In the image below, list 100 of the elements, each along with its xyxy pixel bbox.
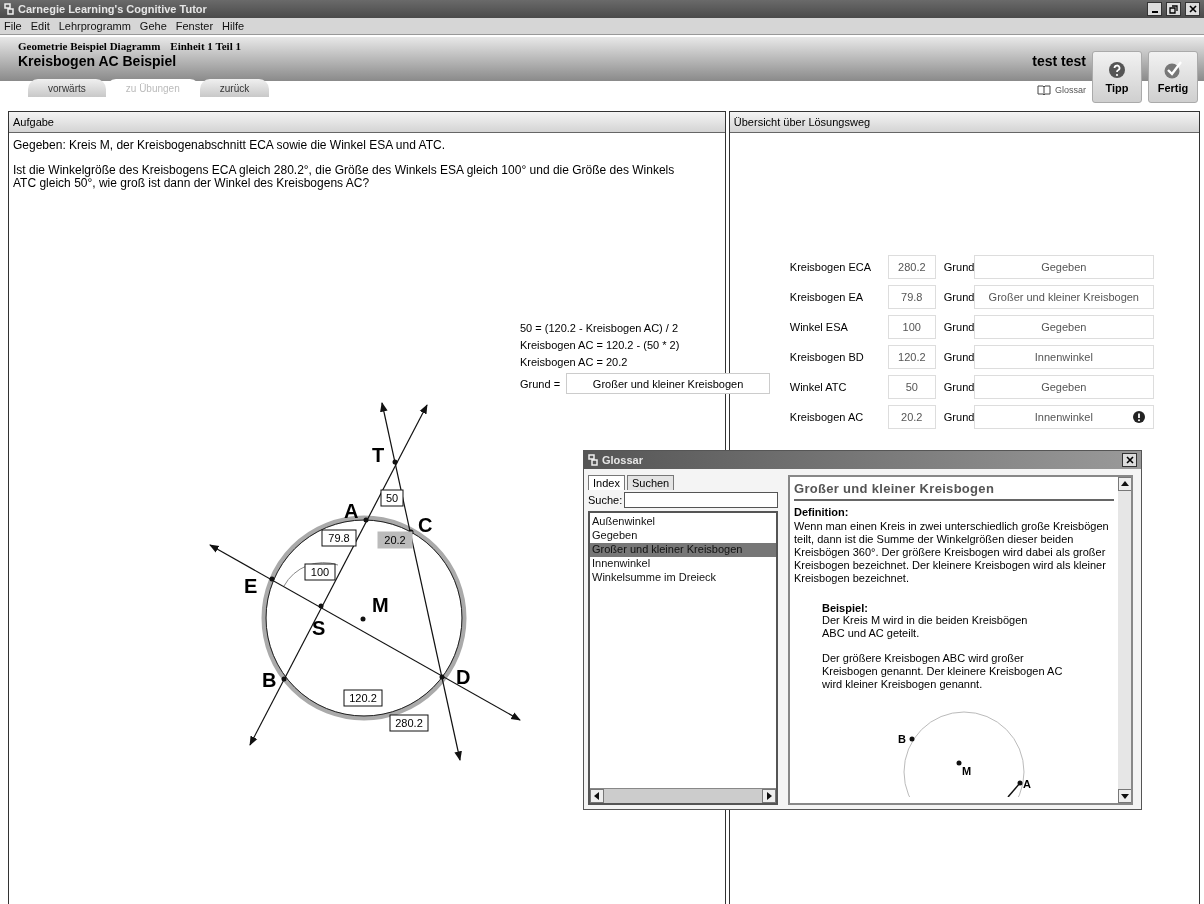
row-label: Winkel ESA (789, 321, 849, 333)
point-dot (269, 576, 275, 582)
equation-line: 50 = (120.2 - Kreisbogen AC) / 2 (520, 322, 680, 334)
point-label: M (372, 594, 389, 616)
reason-field[interactable]: Großer und kleiner Kreisbogen (566, 373, 771, 394)
scroll-down-button[interactable] (1118, 789, 1131, 803)
reason-field[interactable]: Gegeben (973, 375, 1154, 399)
example-diagram: B M A (794, 697, 1114, 797)
measure-label: 120.2 (343, 689, 383, 707)
point-dot (439, 674, 445, 680)
definition-text: Wenn man einen Kreis in zwei unterschiedlich große Kreisbögen teilt, dann ist die Summe der Winkelgrößen dieser beiden Kreisbögen 360°. Der größere Kreisbogen wird dabei als großer Kreisbogen bezeichnet. Der kleinere Kreisbogen wird als kleiner Kreisbogen bezeichnet. (794, 520, 1110, 585)
menu-item[interactable]: Fenster (175, 20, 214, 32)
point-label: C (418, 514, 433, 536)
value-field[interactable]: 120.2 (887, 345, 936, 369)
point-dot (281, 676, 287, 682)
value-field[interactable]: 100 (887, 315, 936, 339)
point-label: A (344, 500, 359, 522)
measure-label: 79.8 (321, 529, 357, 547)
unit-title: Einheit 1 Teil 1 (170, 40, 241, 52)
measure-label: 20.2 (377, 531, 413, 549)
panel-header: Übersicht über Lösungsweg (729, 112, 1199, 133)
app-icon (4, 3, 14, 15)
term-item[interactable]: Innenwinkel (590, 557, 776, 571)
definition-heading: Definition: (794, 506, 850, 518)
search-label: Suche: (588, 494, 623, 506)
reason-field[interactable]: Großer und kleiner Kreisbogen (973, 285, 1154, 309)
point-label: T (372, 444, 385, 466)
glossary-tab[interactable]: Suchen (626, 475, 675, 490)
term-item[interactable]: Winkelsumme im Dreieck (590, 571, 776, 585)
glossary-link[interactable]: Glossar (1037, 84, 1086, 95)
minimize-button[interactable] (1147, 2, 1162, 16)
problem-text: Ist die Winkelgröße des Kreisbogens ECA gleich 280.2°, die Größe des Winkels ESA gleich 100° und die Größe des Winkels ATC gleich 50°, wie groß ist dann der Winkel des Kreisbogens AC? (13, 164, 676, 190)
nav-tab[interactable]: vorwärts (28, 79, 106, 97)
row-label: Kreisbogen AC (789, 411, 865, 423)
done-button[interactable]: Fertig (1148, 51, 1198, 103)
left-arrow-icon (593, 792, 601, 800)
row-label: Winkel ATC (789, 381, 848, 393)
course-title: Geometrie Beispiel Diagramm (18, 40, 161, 52)
reason-field[interactable]: Innenwinkel (973, 405, 1154, 429)
right-arrow-icon (765, 792, 773, 800)
menu-item[interactable]: Gehe (139, 20, 167, 32)
down-arrow-icon (1121, 792, 1129, 800)
point-dot (392, 459, 398, 465)
measure-label: 280.2 (389, 714, 429, 732)
menu-item[interactable]: Lehrprogramm (58, 20, 131, 32)
term-item[interactable]: Außenwinkel (590, 515, 776, 529)
measure-label: 50 (380, 489, 404, 507)
close-icon (1188, 5, 1197, 13)
row-label: Kreisbogen EA (789, 291, 865, 303)
scroll-left-button[interactable] (590, 789, 604, 803)
glossary-tab[interactable]: Index (588, 475, 625, 490)
term-item[interactable]: Großer und kleiner Kreisbogen (590, 543, 776, 557)
point-dot (318, 603, 324, 609)
check-icon (1163, 60, 1183, 79)
measure-label: 100 (304, 563, 336, 581)
reason-field[interactable]: Gegeben (973, 315, 1154, 339)
search-field[interactable] (624, 492, 778, 508)
row-label: Kreisbogen ECA (789, 261, 873, 273)
point-label: B (262, 669, 277, 691)
reason-field[interactable]: Gegeben (973, 255, 1154, 279)
term-item[interactable]: Gegeben (590, 529, 776, 543)
menu-item[interactable]: Hilfe (222, 20, 245, 32)
book-icon (1037, 84, 1051, 95)
close-button[interactable] (1122, 453, 1137, 467)
row-label: Kreisbogen BD (789, 351, 865, 363)
lesson-title: Kreisbogen AC Beispiel (18, 53, 178, 69)
equation-line: Kreisbogen AC = 120.2 - (50 * 2) (520, 339, 681, 351)
close-icon (1125, 456, 1134, 464)
alert-icon (1132, 411, 1145, 423)
point-dot (363, 517, 369, 523)
value-field[interactable]: 280.2 (887, 255, 936, 279)
reason-label: Grund = (520, 377, 561, 390)
point-dot (360, 616, 366, 622)
scrollbar[interactable] (1118, 477, 1131, 803)
reason-label: Grund (942, 411, 974, 423)
point-label: D (456, 666, 471, 688)
point-label: E (244, 575, 258, 597)
nav-tab[interactable]: zurück (199, 79, 270, 97)
scroll-right-button[interactable] (762, 789, 776, 803)
point-label: S (312, 617, 326, 639)
close-button[interactable] (1185, 2, 1200, 16)
equation-line: Kreisbogen AC = 20.2 (520, 356, 629, 368)
value-field[interactable]: 50 (887, 375, 936, 399)
reason-label: Grund (942, 291, 974, 303)
reason-label: Grund (942, 321, 974, 333)
scrollbar[interactable] (590, 788, 776, 803)
dialog-title: Glossar (602, 454, 644, 466)
help-icon (1108, 60, 1126, 79)
hint-button[interactable]: Tipp (1092, 51, 1142, 103)
restore-button[interactable] (1166, 2, 1181, 16)
menu-item[interactable]: Edit (30, 20, 50, 32)
example-text: Der Kreis M wird in die beiden Kreisbögen ABC und AC geteilt. (822, 614, 1029, 640)
menu-item[interactable]: File (4, 20, 22, 32)
value-field[interactable]: 79.8 (887, 285, 936, 309)
scroll-up-button[interactable] (1118, 477, 1131, 491)
app-icon (588, 454, 598, 466)
reason-label: Grund (942, 381, 974, 393)
example-heading: Beispiel: (822, 602, 869, 614)
reason-field[interactable]: Innenwinkel (973, 345, 1154, 369)
value-field[interactable]: 20.2 (887, 405, 936, 429)
